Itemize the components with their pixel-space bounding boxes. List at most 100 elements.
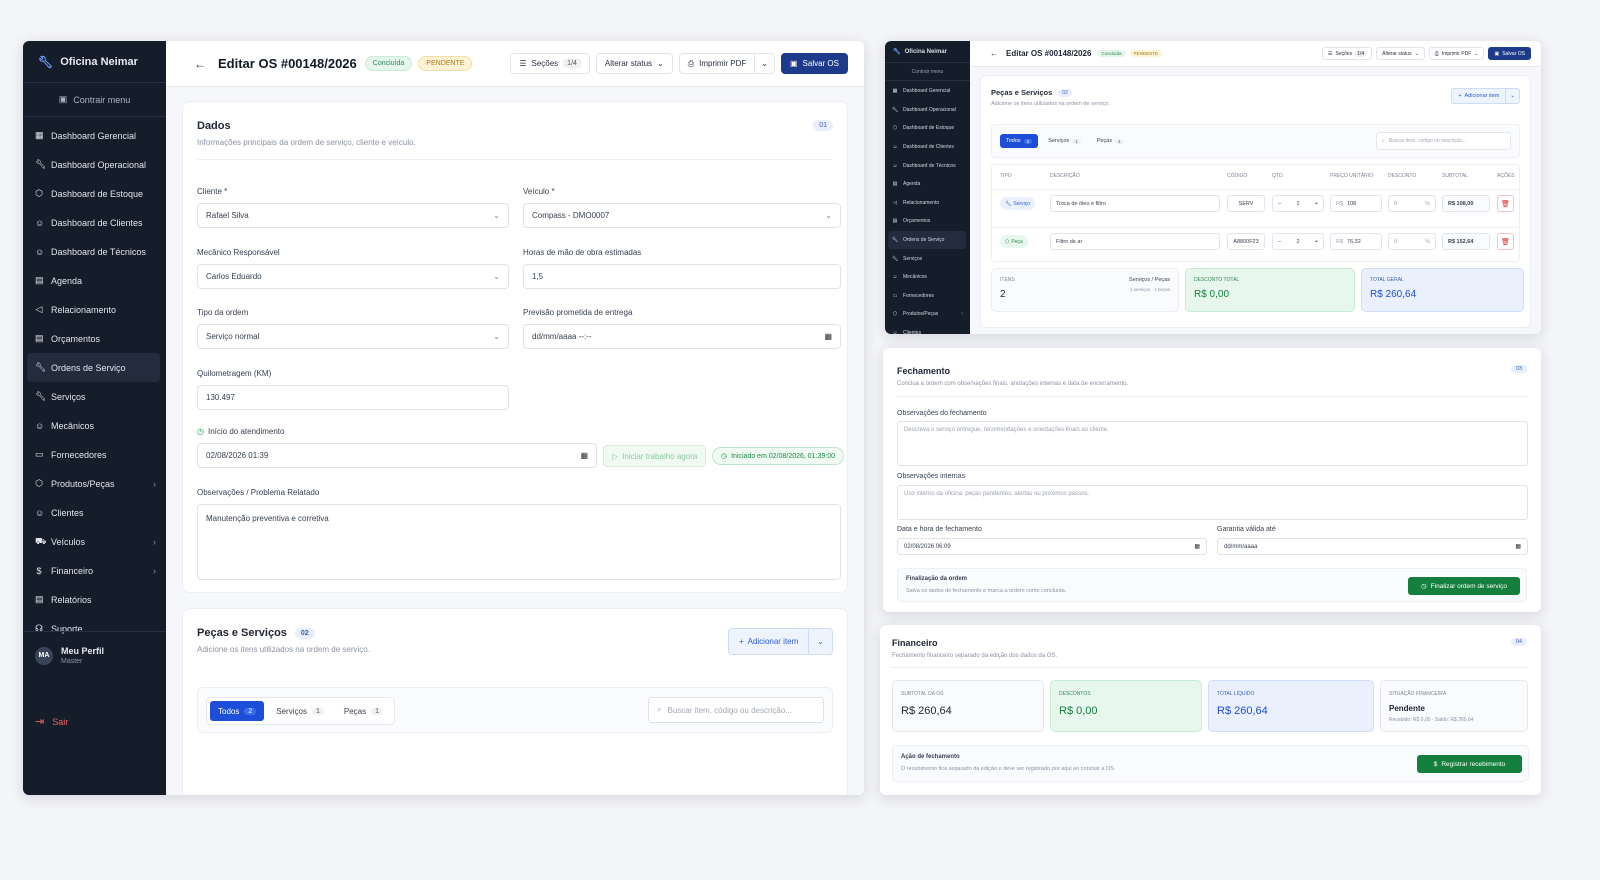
sidebar-item[interactable]: ⬡ Produtos/Peças › [23,469,166,498]
inicio-input[interactable]: 02/08/2026 01:39 ▦ [197,443,597,468]
sidebar-item[interactable]: ☺ Clientes [885,324,970,334]
discount-input[interactable]: 0% [1388,233,1436,250]
add-item-button[interactable]: + Adicionar item [1451,88,1507,104]
quantity-stepper[interactable]: −2 + [1272,233,1324,250]
print-options-button[interactable]: ⌄ [755,53,775,74]
garantia-input[interactable]: dd/mm/aaaa ▦ [1217,538,1528,555]
sidebar-item[interactable]: ▤ Orçamentos [23,324,166,353]
sidebar-item[interactable]: ⬡ Produtos/Peças › [885,305,970,324]
add-options-button[interactable]: ⌄ [1506,88,1520,104]
add-item-button[interactable]: + Adicionar item [727,628,810,655]
back-arrow-icon[interactable]: ← [194,57,206,71]
obs-internas-textarea[interactable]: Uso interno da oficina: peças pendentes,… [897,485,1528,520]
minus-icon[interactable]: − [1278,201,1281,207]
cliente-select[interactable]: Rafael Silva ⌄ [197,203,509,228]
sidebar-item[interactable]: ▭ Fornecedores [23,440,166,469]
sidebar-item[interactable]: ▦ Dashboard Gerencial [885,82,970,101]
sidebar-item[interactable]: ☺ Dashboard de Técnicos [23,237,166,266]
sidebar-item[interactable]: ⛟ Veículos › [23,527,166,556]
minus-icon[interactable]: − [1278,239,1281,245]
sidebar-item[interactable]: 🔧︎ Serviços [23,382,166,411]
sidebar-item[interactable]: ▤ Agenda [23,266,166,295]
search-input[interactable]: ⌕ Buscar item, código ou descrição... [648,697,824,723]
sidebar-item[interactable]: ▤ Orçamentos [885,212,970,231]
km-input[interactable]: 130.497 [197,385,509,410]
table-row: ⬡ Peça Filtro de ar A8800F23 −2 + R$ 76,32 … [992,227,1519,257]
print-pdf-button[interactable]: ⎙ Imprimir PDF ⌄ [1428,47,1485,60]
horas-input[interactable]: 1,5 [523,264,841,289]
tab-filter[interactable]: Peças 1 [336,701,391,721]
add-options-button[interactable]: ⌄ [809,628,833,655]
description-input[interactable]: Troca de óleo e filtro [1050,195,1220,212]
sidebar-item[interactable]: ▤ Relatórios [23,585,166,614]
delete-button[interactable]: 🗑︎ [1497,195,1514,212]
wrench-icon: 🔧︎ [1005,200,1012,207]
code-input[interactable]: A8800F23 [1227,233,1265,250]
tab-filter[interactable]: Serviços 1 [1042,134,1087,148]
collapse-menu-button[interactable]: ▣ Contrair menu [23,83,166,117]
sidebar-item[interactable]: ☺ Dashboard de Técnicos [885,156,970,175]
wrench-icon: 🔧︎ [893,49,901,55]
sidebar-item[interactable]: ▤ Agenda [885,175,970,194]
description-input[interactable]: Filtro de ar [1050,233,1220,250]
sections-button[interactable]: ☰ Seções 1/4 [1322,47,1373,60]
sidebar-item[interactable]: ☺ Mecânicos [885,268,970,287]
plus-icon[interactable]: + [1315,239,1318,245]
tab-filter[interactable]: Todos 2 [1000,134,1039,148]
brand[interactable]: 🔧︎ Oficina Neimar [23,41,166,83]
sidebar-item[interactable]: ⬡ Dashboard de Estoque [23,179,166,208]
save-button[interactable]: ▣ Salvar OS [780,53,848,74]
section-subtitle: Informações principais da ordem de servi… [197,138,416,147]
sidebar-item[interactable]: 🔧︎ Ordens de Serviço [888,230,966,250]
register-payment-button[interactable]: $ Registrar recebimento [1417,755,1522,773]
back-arrow-icon[interactable]: ← [990,49,998,58]
mecanico-select[interactable]: Carlos Eduardo ⌄ [197,264,509,289]
tab-filter[interactable]: Serviços 1 [268,701,332,721]
sidebar-item[interactable]: $ Financeiro › [23,556,166,585]
calendar-icon[interactable]: ▦ [1194,543,1200,550]
change-status-button[interactable]: Alterar status ⌄ [1376,47,1425,60]
unit-price-input[interactable]: R$ 76,32 [1330,233,1382,250]
sidebar-item[interactable]: ⬡ Dashboard de Estoque [885,119,970,138]
sidebar-item[interactable]: ▦ Dashboard Gerencial [23,121,166,150]
sections-button[interactable]: ☰ Seções 1/4 [510,53,590,74]
unit-price-input[interactable]: R$ 108 [1330,195,1382,212]
obs-fechamento-textarea[interactable]: Descreva o serviço entregue, recomendaçõ… [897,421,1528,466]
start-work-button[interactable]: ▷ Iniciar trabalho agora [603,445,707,467]
sidebar-item[interactable]: 🔧︎ Dashboard Operacional [885,101,970,120]
sidebar-item[interactable]: ▭ Fornecedores [885,287,970,306]
logout-button[interactable]: ⇥ Sair [23,715,80,728]
veiculo-select[interactable]: Compass - DMO0007 ⌄ [523,203,841,228]
obs-textarea[interactable]: Manutenção preventiva e corretiva [197,504,841,580]
sidebar-item[interactable]: ◁ Relacionamento [885,194,970,213]
profile[interactable]: MA Meu Perfil Master [23,631,166,665]
plus-icon[interactable]: + [1315,201,1318,207]
data-fechamento-input[interactable]: 02/08/2026 06:09 ▦ [897,538,1207,555]
calendar-icon[interactable]: ▦ [1515,543,1521,550]
delete-button[interactable]: 🗑︎ [1497,233,1514,250]
brand[interactable]: 🔧︎ Oficina Neimar [885,41,970,63]
sidebar-item[interactable]: ☺ Mecânicos [23,411,166,440]
finalize-button[interactable]: ◷ Finalizar ordem de serviço [1408,577,1520,595]
calendar-icon[interactable]: ▦ [580,451,588,460]
change-status-button[interactable]: Alterar status ⌄ [595,53,673,74]
calendar-icon[interactable]: ▦ [824,332,832,341]
tipo-select[interactable]: Serviço normal ⌄ [197,324,509,349]
tab-filter[interactable]: Peças 1 [1091,134,1130,148]
sidebar-item[interactable]: 🔧︎ Dashboard Operacional [23,150,166,179]
discount-input[interactable]: 0% [1388,195,1436,212]
sidebar-item[interactable]: ☺ Dashboard de Clientes [885,138,970,157]
previsao-input[interactable]: dd/mm/aaaa --:-- ▦ [523,324,841,349]
tab-filter[interactable]: Todos 2 [210,701,265,721]
quantity-stepper[interactable]: −1 + [1272,195,1324,212]
search-input[interactable]: ⌕ Buscar item, código ou descrição... [1376,132,1511,150]
sidebar-item[interactable]: ☺ Dashboard de Clientes [23,208,166,237]
sidebar-item[interactable]: 🔧︎ Ordens de Serviço [27,353,160,382]
sidebar-item[interactable]: 🔧︎ Serviços [885,249,970,268]
collapse-menu-button[interactable]: Contrair menu [885,63,970,81]
save-button[interactable]: ▣ Salvar OS [1488,47,1531,60]
print-pdf-button[interactable]: ⎙ Imprimir PDF [678,53,756,74]
sidebar-item[interactable]: ◁ Relacionamento [23,295,166,324]
code-input[interactable]: SERV [1227,195,1265,212]
sidebar-item[interactable]: ☺ Clientes [23,498,166,527]
